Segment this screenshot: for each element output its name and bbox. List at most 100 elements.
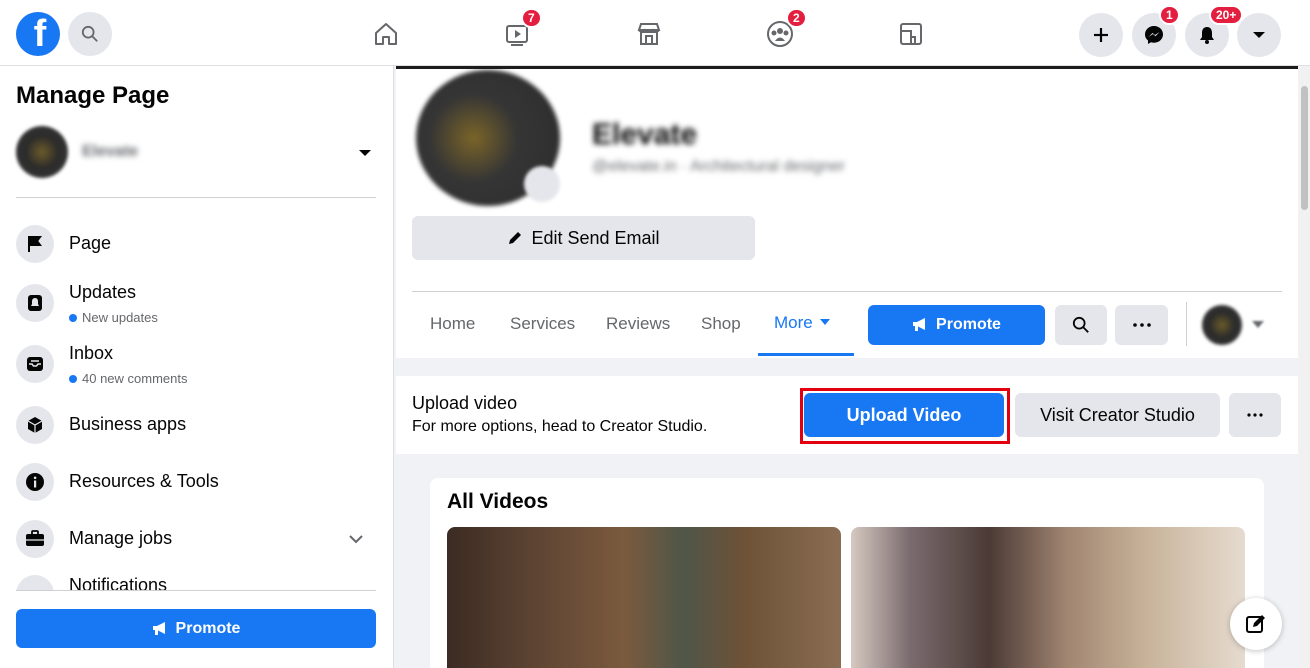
megaphone-icon bbox=[152, 621, 165, 635]
sidebar-title: Manage Page bbox=[16, 82, 170, 109]
manage-page-sidebar: Manage Page Elevate Page Updates New upd… bbox=[0, 66, 394, 668]
scrollbar[interactable] bbox=[1299, 66, 1310, 668]
home-nav-button[interactable] bbox=[366, 14, 406, 54]
flag-icon bbox=[16, 225, 54, 263]
ellipsis-icon bbox=[1132, 323, 1151, 327]
caret-down-icon bbox=[819, 319, 830, 325]
ellipsis-icon bbox=[1247, 413, 1263, 417]
page-profile-card: Elevate @elevate.in · Architectural desi… bbox=[396, 66, 1298, 358]
briefcase-icon bbox=[16, 520, 54, 558]
visit-creator-studio-button[interactable]: Visit Creator Studio bbox=[1015, 393, 1220, 437]
video-thumbnail[interactable] bbox=[447, 527, 841, 668]
messenger-badge: 1 bbox=[1159, 5, 1180, 25]
page-title: Elevate bbox=[592, 118, 698, 151]
bell-icon bbox=[1200, 27, 1214, 44]
page-more-options-button[interactable] bbox=[1115, 305, 1168, 345]
tab-services[interactable]: Services bbox=[494, 292, 591, 356]
sidebar-item-label: Resources & Tools bbox=[69, 471, 219, 491]
camera-icon[interactable] bbox=[524, 166, 560, 202]
groups-nav-button[interactable]: 2 bbox=[760, 8, 807, 54]
page-avatar bbox=[16, 126, 68, 178]
caret-down-icon bbox=[1252, 321, 1264, 328]
page-switcher-name: Elevate bbox=[82, 143, 139, 160]
cube-icon bbox=[16, 406, 54, 444]
pencil-icon bbox=[509, 232, 522, 244]
bell-icon bbox=[16, 575, 54, 590]
search-icon bbox=[81, 25, 98, 42]
pages-icon bbox=[900, 23, 922, 45]
info-icon bbox=[16, 463, 54, 501]
notifications-badge: 20+ bbox=[1209, 5, 1244, 25]
search-button[interactable] bbox=[68, 12, 112, 56]
tab-more-label: More bbox=[774, 312, 813, 332]
upload-more-options-button[interactable] bbox=[1229, 393, 1281, 437]
profile-switcher[interactable] bbox=[1202, 305, 1274, 345]
sidebar-divider bbox=[16, 590, 376, 591]
messenger-icon bbox=[1145, 26, 1163, 44]
sidebar-item-status: 40 new comments bbox=[69, 371, 188, 386]
page-promote-label: Promote bbox=[936, 316, 1001, 333]
tab-more[interactable]: More bbox=[758, 292, 854, 356]
sidebar-item-label: Updates bbox=[69, 282, 137, 302]
sidebar-promote-button[interactable]: Promote bbox=[16, 609, 376, 648]
page-handle: @elevate.in · Architectural designer bbox=[592, 158, 845, 175]
sidebar-item-updates[interactable]: Updates New updates bbox=[16, 278, 376, 328]
create-button[interactable] bbox=[1079, 13, 1123, 57]
sidebar-item-inbox[interactable]: Inbox 40 new comments bbox=[16, 339, 376, 389]
new-message-button[interactable] bbox=[1230, 598, 1282, 650]
sidebar-item-manage-jobs[interactable]: Manage jobs bbox=[16, 514, 376, 564]
avatar bbox=[1202, 305, 1242, 345]
sidebar-promote-label: Promote bbox=[175, 619, 241, 637]
plus-icon bbox=[1094, 28, 1108, 42]
tab-home[interactable]: Home bbox=[414, 292, 491, 356]
sidebar-item-page[interactable]: Page bbox=[16, 219, 376, 269]
page-promote-button[interactable]: Promote bbox=[868, 305, 1045, 345]
sidebar-item-resources-tools[interactable]: Resources & Tools bbox=[16, 457, 376, 507]
sidebar-item-label: Inbox bbox=[69, 343, 114, 363]
video-thumbnail[interactable] bbox=[851, 527, 1245, 668]
sidebar-item-label: Business apps bbox=[69, 414, 187, 434]
marketplace-nav-button[interactable] bbox=[629, 14, 669, 54]
account-menu-button[interactable] bbox=[1237, 13, 1281, 57]
page-search-button[interactable] bbox=[1055, 305, 1107, 345]
search-icon bbox=[1072, 316, 1089, 333]
caret-down-icon bbox=[359, 150, 371, 156]
tab-shop[interactable]: Shop bbox=[685, 292, 757, 356]
messenger-button[interactable]: 1 bbox=[1132, 5, 1180, 57]
facebook-logo[interactable]: f bbox=[16, 12, 60, 56]
watch-badge: 7 bbox=[521, 8, 542, 28]
tab-reviews[interactable]: Reviews bbox=[590, 292, 686, 356]
top-navigation-bar: f 7 2 1 20+ bbox=[0, 0, 1310, 66]
page-switcher[interactable]: Elevate bbox=[16, 126, 376, 182]
caret-down-icon bbox=[1253, 32, 1265, 38]
cover-photo-edge bbox=[396, 66, 1298, 69]
scrollbar-thumb[interactable] bbox=[1301, 86, 1308, 210]
sidebar-item-status: New updates bbox=[69, 310, 158, 325]
edit-send-email-label: Edit Send Email bbox=[531, 227, 660, 248]
edit-send-email-button[interactable]: Edit Send Email bbox=[412, 216, 755, 260]
inbox-icon bbox=[16, 345, 54, 383]
upload-subtitle: For more options, head to Creator Studio… bbox=[412, 418, 708, 435]
sidebar-item-label: Manage jobs bbox=[69, 528, 173, 548]
compose-icon bbox=[1246, 615, 1265, 633]
watch-nav-button[interactable]: 7 bbox=[497, 8, 542, 54]
all-videos-card: All Videos bbox=[430, 478, 1264, 668]
sidebar-item-label: Notifications bbox=[69, 575, 168, 590]
bell-icon bbox=[16, 284, 54, 322]
gaming-nav-button[interactable] bbox=[891, 14, 931, 54]
all-videos-title: All Videos bbox=[447, 490, 549, 513]
separator bbox=[1186, 302, 1187, 346]
chevron-down-icon[interactable] bbox=[348, 533, 364, 545]
notifications-button[interactable]: 20+ bbox=[1185, 5, 1244, 57]
sidebar-item-business-apps[interactable]: Business apps bbox=[16, 400, 376, 450]
megaphone-icon bbox=[913, 318, 926, 331]
sidebar-item-label: Page bbox=[69, 233, 112, 253]
sidebar-divider bbox=[16, 197, 376, 198]
sidebar-item-notifications[interactable]: Notifications bbox=[16, 569, 376, 590]
upload-video-card: Upload video For more options, head to C… bbox=[396, 376, 1298, 454]
groups-badge: 2 bbox=[786, 8, 807, 28]
upload-video-button[interactable]: Upload Video bbox=[804, 393, 1004, 437]
store-icon bbox=[637, 23, 661, 45]
upload-title: Upload video bbox=[412, 393, 518, 413]
home-icon bbox=[375, 23, 397, 45]
